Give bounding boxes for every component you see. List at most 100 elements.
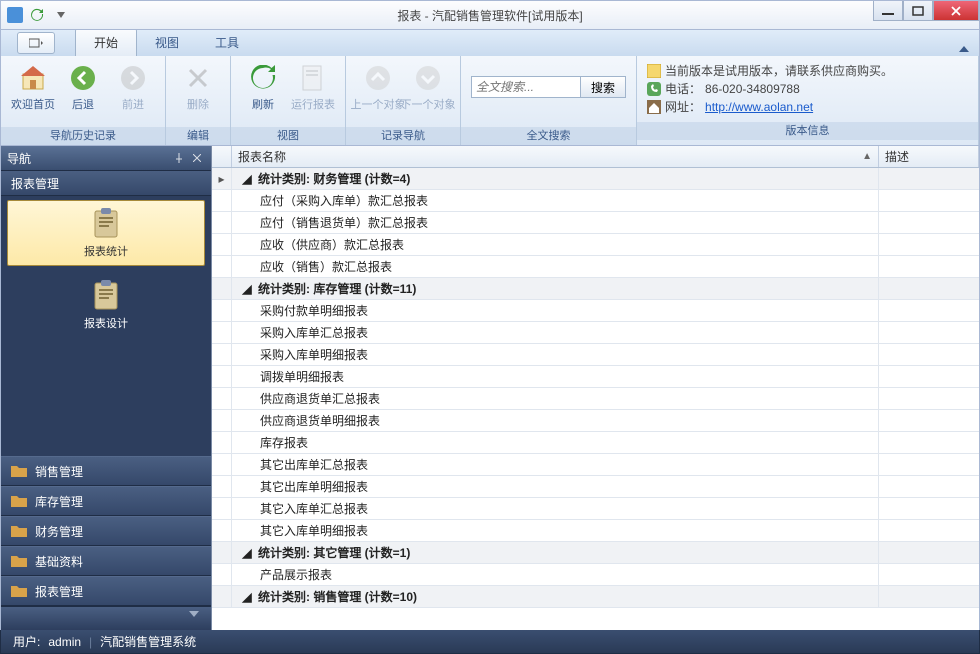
grid-data-row[interactable]: 采购入库单明细报表 [212,344,979,366]
column-header-desc[interactable]: 描述 [879,146,979,167]
home-icon [17,62,49,94]
grid-data-row[interactable]: 应收（销售）款汇总报表 [212,256,979,278]
nav-tile-report-design[interactable]: 报表设计 [7,272,205,338]
grid-data-row[interactable]: 采购付款单明细报表 [212,300,979,322]
grid-data-row[interactable]: 采购入库单汇总报表 [212,322,979,344]
qat-refresh-icon[interactable] [27,5,47,25]
grid-body[interactable]: ▸◢统计类别: 财务管理 (计数=4)应付（采购入库单）款汇总报表应付（销售退货… [212,168,979,630]
site-link[interactable]: http://www.aolan.net [705,98,813,116]
sidebar-pin-icon[interactable] [171,150,187,166]
run-report-button: 运行报表 [289,60,337,114]
grid-data-row[interactable]: 应付（采购入库单）款汇总报表 [212,190,979,212]
report-name: 应付（采购入库单）款汇总报表 [260,192,428,209]
welcome-button[interactable]: 欢迎首页 [9,60,57,114]
run-report-label: 运行报表 [291,96,335,112]
forward-label: 前进 [122,96,144,112]
folder-icon [11,524,27,538]
back-button[interactable]: 后退 [59,60,107,114]
sidebar-item-label: 库存管理 [35,493,83,510]
grid-corner [212,146,232,167]
group-label: 统计类别: 其它管理 (计数=1) [258,544,410,561]
grid-group-row[interactable]: ◢ 统计类别: 销售管理 (计数=10) [212,586,979,608]
maximize-button[interactable] [903,1,933,21]
sidebar-config-icon[interactable] [189,611,205,627]
prev-label: 上一个对象 [351,96,406,112]
title-bar: 报表 - 汽配销售管理软件[试用版本] [0,0,980,30]
forward-icon [117,62,149,94]
grid-data-row[interactable]: 其它出库单汇总报表 [212,454,979,476]
group-label: 统计类别: 销售管理 (计数=10) [258,588,417,605]
grid-group-row[interactable]: ◢ 统计类别: 其它管理 (计数=1) [212,542,979,564]
nav-tile-report-stats[interactable]: 报表统计 [7,200,205,266]
home-small-icon [647,100,661,114]
grid-data-row[interactable]: 应收（供应商）款汇总报表 [212,234,979,256]
sidebar-header: 导航 [1,146,211,170]
welcome-label: 欢迎首页 [11,96,55,112]
app-menu-button[interactable] [17,32,55,54]
ribbon-group-label: 记录导航 [346,127,460,145]
refresh-button[interactable]: 刷新 [239,60,287,114]
grid-data-row[interactable]: 供应商退货单汇总报表 [212,388,979,410]
refresh-label: 刷新 [252,96,274,112]
grid-header: 报表名称▲ 描述 [212,146,979,168]
tab-view[interactable]: 视图 [137,29,197,56]
report-name: 供应商退货单明细报表 [260,412,380,429]
grid-data-row[interactable]: 其它入库单明细报表 [212,520,979,542]
report-name: 供应商退货单汇总报表 [260,390,380,407]
sidebar-item-stock[interactable]: 库存管理 [1,486,211,516]
expand-toggle-icon[interactable]: ◢ [240,546,254,560]
back-label: 后退 [72,96,94,112]
refresh-icon [247,62,279,94]
sidebar-item-base[interactable]: 基础资料 [1,546,211,576]
note-icon [647,64,661,78]
grid-group-row[interactable]: ◢ 统计类别: 库存管理 (计数=11) [212,278,979,300]
grid-group-row[interactable]: ▸◢统计类别: 财务管理 (计数=4) [212,168,979,190]
phone-value: 86-020-34809788 [705,80,800,98]
grid-data-row[interactable]: 调拨单明细报表 [212,366,979,388]
clipboard-icon [92,279,120,311]
grid-data-row[interactable]: 其它出库单明细报表 [212,476,979,498]
minimize-button[interactable] [873,1,903,21]
column-header-name[interactable]: 报表名称▲ [232,146,879,167]
search-button[interactable]: 搜索 [581,76,626,98]
ribbon-group-label: 版本信息 [637,122,978,140]
up-icon [362,62,394,94]
ribbon-group-label: 视图 [231,127,345,145]
report-name: 其它入库单汇总报表 [260,500,368,517]
tab-start[interactable]: 开始 [75,28,137,56]
report-name: 其它出库单明细报表 [260,478,368,495]
sidebar-title: 导航 [7,150,31,167]
folder-icon [11,464,27,478]
expand-toggle-icon[interactable]: ◢ [240,282,254,296]
fulltext-search-input[interactable] [471,76,581,98]
site-label: 网址： [665,98,701,116]
grid-data-row[interactable]: 库存报表 [212,432,979,454]
ribbon: 欢迎首页 后退 前进 导航历史记录 删除 编辑 刷新 [0,56,980,146]
grid-data-row[interactable]: 供应商退货单明细报表 [212,410,979,432]
expand-toggle-icon[interactable]: ◢ [240,172,254,186]
grid-data-row[interactable]: 产品展示报表 [212,564,979,586]
ribbon-collapse-icon[interactable] [959,44,979,56]
status-user-value: admin [48,635,81,649]
report-name: 其它入库单明细报表 [260,522,368,539]
grid-data-row[interactable]: 应付（销售退货单）款汇总报表 [212,212,979,234]
grid-data-row[interactable]: 其它入库单汇总报表 [212,498,979,520]
folder-icon [11,554,27,568]
status-user-label: 用户: [13,633,40,650]
sidebar-item-sales[interactable]: 销售管理 [1,456,211,486]
delete-icon [182,62,214,94]
expand-toggle-icon[interactable]: ◢ [240,590,254,604]
sidebar-close-icon[interactable] [189,150,205,166]
ribbon-group-edit: 删除 编辑 [166,56,231,145]
close-button[interactable] [933,1,979,21]
report-name: 应收（供应商）款汇总报表 [260,236,404,253]
group-label: 统计类别: 财务管理 (计数=4) [258,170,410,187]
sidebar-item-finance[interactable]: 财务管理 [1,516,211,546]
ribbon-group-label: 导航历史记录 [1,127,165,145]
group-label: 统计类别: 库存管理 (计数=11) [258,280,416,297]
qat-dropdown-icon[interactable] [51,5,71,25]
report-name: 应付（销售退货单）款汇总报表 [260,214,428,231]
ribbon-tab-bar: 开始 视图 工具 [0,30,980,56]
sidebar-item-report[interactable]: 报表管理 [1,576,211,606]
tab-tools[interactable]: 工具 [197,29,257,56]
